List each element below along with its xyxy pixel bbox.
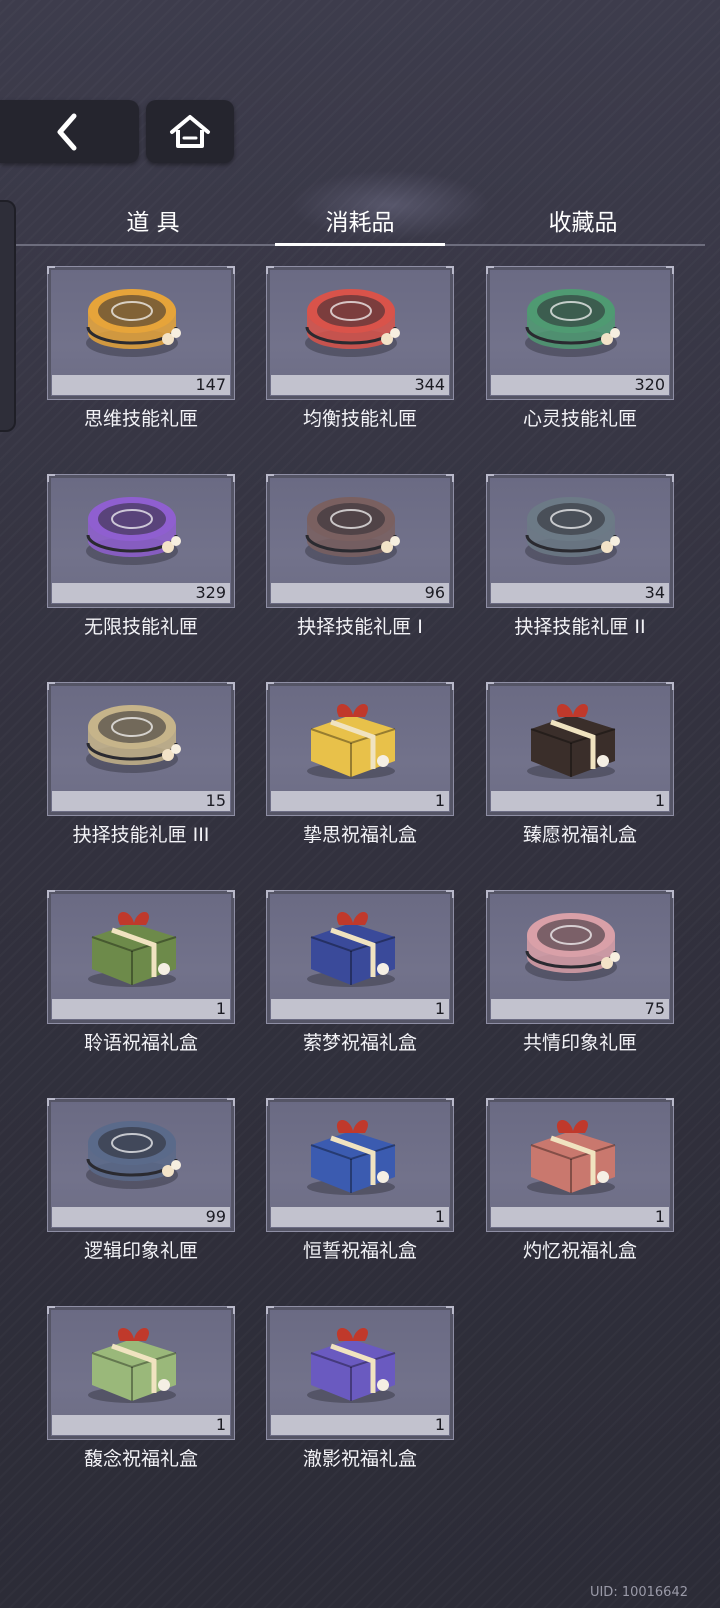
item-count: 320	[634, 375, 665, 394]
gift-box-icon	[72, 1311, 196, 1411]
item-count-bar: 96	[271, 583, 449, 603]
round-gift-case-icon	[72, 1103, 196, 1203]
item-count: 1	[215, 1415, 226, 1434]
item-count-bar: 1	[271, 1207, 449, 1227]
item-card[interactable]: 147	[47, 266, 235, 400]
chevron-left-icon	[57, 113, 77, 151]
gift-box-icon	[511, 687, 635, 787]
gift-box-icon	[72, 895, 196, 995]
item-name: 灼忆祝福礼盒	[522, 1240, 637, 1262]
item-name: 抉择技能礼匣 III	[72, 824, 210, 846]
item-count: 75	[644, 999, 665, 1018]
tab-consumables[interactable]: 消耗品	[275, 200, 445, 246]
item-count: 344	[414, 375, 445, 394]
item-count: 1	[654, 791, 665, 810]
item-card[interactable]: 1	[47, 890, 235, 1024]
item-count: 1	[654, 1207, 665, 1226]
side-drawer-handle[interactable]	[0, 200, 16, 432]
tab-collectibles[interactable]: 收藏品	[498, 200, 668, 246]
home-icon	[170, 115, 210, 148]
item-card[interactable]: 1	[47, 1306, 235, 1440]
item-card[interactable]: 1	[486, 1098, 674, 1232]
item-count: 34	[644, 583, 665, 602]
item-card[interactable]: 34	[486, 474, 674, 608]
item-card[interactable]: 1	[266, 1098, 454, 1232]
item-name: 馥念祝福礼盒	[83, 1448, 198, 1470]
gift-box-icon	[291, 687, 415, 787]
item-count-bar: 15	[52, 791, 230, 811]
item-card[interactable]: 320	[486, 266, 674, 400]
item-card[interactable]: 15	[47, 682, 235, 816]
round-gift-case-icon	[291, 271, 415, 371]
item-card[interactable]: 1	[486, 682, 674, 816]
item-card[interactable]: 329	[47, 474, 235, 608]
gift-box-icon	[291, 1103, 415, 1203]
item-name: 聆语祝福礼盒	[83, 1032, 198, 1054]
item-name: 澈影祝福礼盒	[302, 1448, 417, 1470]
item-card[interactable]: 344	[266, 266, 454, 400]
tab-items[interactable]: 道 具	[68, 200, 238, 246]
item-count-bar: 329	[52, 583, 230, 603]
item-count-bar: 1	[271, 791, 449, 811]
round-gift-case-icon	[72, 687, 196, 787]
item-count-bar: 75	[491, 999, 669, 1019]
item-count: 1	[434, 999, 445, 1018]
item-count: 1	[434, 1207, 445, 1226]
item-count-bar: 1	[491, 1207, 669, 1227]
item-count: 15	[205, 791, 226, 810]
item-name: 抉择技能礼匣 I	[297, 616, 423, 638]
item-name: 均衡技能礼匣	[302, 408, 417, 430]
item-name: 共情印象礼匣	[522, 1032, 637, 1054]
tab-bar: 道 具 消耗品 收藏品	[16, 200, 705, 246]
item-card[interactable]: 75	[486, 890, 674, 1024]
round-gift-case-icon	[291, 479, 415, 579]
item-count-bar: 1	[271, 999, 449, 1019]
item-count-bar: 1	[271, 1415, 449, 1435]
round-gift-case-icon	[72, 479, 196, 579]
item-count: 147	[195, 375, 226, 394]
item-count: 1	[434, 791, 445, 810]
item-name: 心灵技能礼匣	[522, 408, 637, 430]
uid-label: UID: 10016642	[589, 1585, 688, 1600]
item-count: 1	[215, 999, 226, 1018]
item-count-bar: 1	[52, 999, 230, 1019]
round-gift-case-icon	[511, 479, 635, 579]
item-name: 恒誓祝福礼盒	[302, 1240, 417, 1262]
item-name: 臻愿祝福礼盒	[522, 824, 637, 846]
item-count: 99	[205, 1207, 226, 1226]
item-name: 抉择技能礼匣 II	[514, 616, 646, 638]
item-count-bar: 34	[491, 583, 669, 603]
gift-box-icon	[511, 1103, 635, 1203]
back-button[interactable]	[0, 100, 139, 163]
item-count: 1	[434, 1415, 445, 1434]
item-count-bar: 1	[52, 1415, 230, 1435]
item-name: 思维技能礼匣	[83, 408, 198, 430]
item-card[interactable]: 96	[266, 474, 454, 608]
round-gift-case-icon	[511, 895, 635, 995]
item-name: 逻辑印象礼匣	[83, 1240, 198, 1262]
item-count: 96	[424, 583, 445, 602]
item-card[interactable]: 99	[47, 1098, 235, 1232]
item-count-bar: 1	[491, 791, 669, 811]
item-count: 329	[195, 583, 226, 602]
item-count-bar: 320	[491, 375, 669, 395]
home-button[interactable]	[146, 100, 234, 163]
gift-box-icon	[291, 895, 415, 995]
item-name: 挚思祝福礼盒	[302, 824, 417, 846]
item-count-bar: 99	[52, 1207, 230, 1227]
item-card[interactable]: 1	[266, 1306, 454, 1440]
gift-box-icon	[291, 1311, 415, 1411]
item-name: 萦梦祝福礼盒	[302, 1032, 417, 1054]
item-count-bar: 344	[271, 375, 449, 395]
round-gift-case-icon	[72, 271, 196, 371]
item-card[interactable]: 1	[266, 890, 454, 1024]
item-name: 无限技能礼匣	[83, 616, 198, 638]
item-card[interactable]: 1	[266, 682, 454, 816]
item-count-bar: 147	[52, 375, 230, 395]
round-gift-case-icon	[511, 271, 635, 371]
